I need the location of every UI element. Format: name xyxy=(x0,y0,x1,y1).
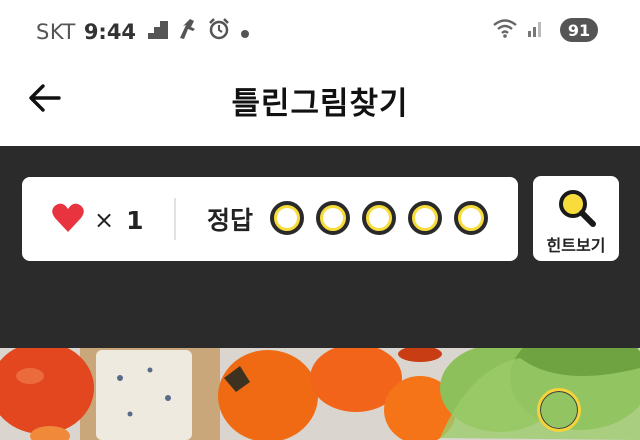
runner-icon xyxy=(178,17,198,46)
divider xyxy=(174,198,176,240)
notification-dot-icon xyxy=(240,20,250,44)
answer-slot-empty xyxy=(454,201,488,235)
magnifier-icon xyxy=(557,188,597,228)
lives-multiplier: × xyxy=(94,206,115,234)
hint-label: 힌트보기 xyxy=(546,236,606,255)
game-panel: × 1 정답 힌트보기 xyxy=(0,146,640,348)
status-right: 91 xyxy=(492,18,598,42)
wifi-icon xyxy=(492,18,518,42)
lives-count: 1 xyxy=(126,205,144,235)
status-left: SKT 9:44 xyxy=(36,17,260,46)
signal-icon xyxy=(528,19,544,41)
alarm-icon xyxy=(208,18,230,45)
answer-label: 정답 xyxy=(207,206,254,235)
status-bar: SKT 9:44 91 xyxy=(0,0,640,62)
answer-slot-empty xyxy=(316,201,350,235)
answer-slot-empty xyxy=(362,201,396,235)
carrier-label: SKT xyxy=(36,19,76,44)
clock-time: 9:44 xyxy=(83,19,137,44)
heart-icon xyxy=(52,203,84,237)
stairs-icon xyxy=(148,20,169,44)
app-header: 틀린그림찾기 xyxy=(0,62,640,146)
difference-marker xyxy=(537,388,581,432)
answer-slot-empty xyxy=(408,201,442,235)
answer-progress xyxy=(270,201,500,235)
page-title: 틀린그림찾기 xyxy=(231,86,409,122)
lives-display: × 1 xyxy=(52,203,144,237)
answer-slot-empty xyxy=(270,201,304,235)
battery-indicator: 91 xyxy=(560,18,598,42)
hint-button[interactable]: 힌트보기 xyxy=(533,176,619,261)
score-card: × 1 정답 xyxy=(22,177,518,261)
puzzle-image[interactable] xyxy=(0,348,640,440)
